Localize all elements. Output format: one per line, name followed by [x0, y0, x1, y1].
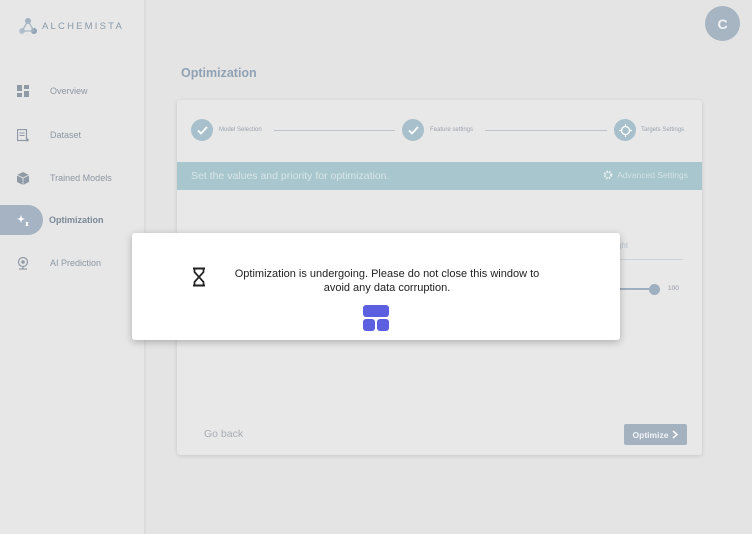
cube-icon [16, 171, 30, 185]
slider-value: 100 [668, 285, 679, 292]
sidebar-item-trained-models[interactable]: Trained Models [0, 163, 146, 193]
sidebar-item-ai-prediction[interactable]: AI Prediction [0, 248, 146, 278]
sidebar-item-label: Dataset [50, 130, 82, 140]
step-1-label: Model Selection [219, 127, 262, 133]
dashboard-icon [16, 84, 30, 98]
step-2-label: Feature settings [430, 127, 474, 133]
step-1-check-icon [191, 119, 213, 141]
sidebar-item-dataset[interactable]: Dataset [0, 120, 146, 150]
step-3-label: Targets Settings [641, 127, 685, 133]
step-connector [274, 130, 395, 131]
alchemista-logo-icon [19, 18, 37, 34]
optimize-label: Optimize [632, 429, 669, 440]
page-title: Optimization [181, 66, 257, 80]
loading-spinner-icon [363, 305, 389, 331]
chevron-right-icon [672, 430, 679, 439]
step-3-target-icon [614, 119, 636, 141]
gear-icon [603, 170, 613, 180]
stepper: Model Selection Feature settings Targets… [177, 100, 702, 162]
go-back-button[interactable]: Go back [204, 428, 243, 440]
sidebar-item-label: Trained Models [50, 173, 112, 183]
sidebar-item-label: Overview [50, 86, 88, 96]
brand-logo[interactable]: ALCHEMISTA [18, 17, 124, 35]
sidebar-item-label: AI Prediction [50, 258, 102, 268]
modal-message: Optimization is undergoing. Please do no… [234, 268, 540, 294]
dataset-icon [16, 128, 30, 142]
sparkle-icon [16, 213, 30, 227]
sidebar: ALCHEMISTA Overview Dataset Trained Mode… [0, 0, 146, 534]
avatar[interactable]: C [705, 6, 740, 41]
banner-text: Set the values and priority for optimiza… [191, 170, 390, 182]
step-2-check-icon [402, 119, 424, 141]
step-connector [485, 130, 607, 131]
sidebar-item-optimization[interactable]: Optimization [0, 205, 146, 235]
hourglass-icon [193, 267, 205, 287]
sidebar-item-label: Optimization [49, 215, 104, 225]
brand-name: ALCHEMISTA [42, 20, 125, 32]
priority-slider-thumb[interactable] [649, 284, 660, 295]
optimize-button[interactable]: Optimize [624, 424, 687, 445]
webcam-icon [16, 256, 30, 270]
advanced-settings-button[interactable]: Advanced Settings [603, 170, 688, 180]
progress-modal: Optimization is undergoing. Please do no… [132, 233, 620, 340]
instruction-banner: Set the values and priority for optimiza… [177, 162, 702, 190]
advanced-settings-label: Advanced Settings [617, 170, 688, 180]
sidebar-item-overview[interactable]: Overview [0, 76, 146, 106]
